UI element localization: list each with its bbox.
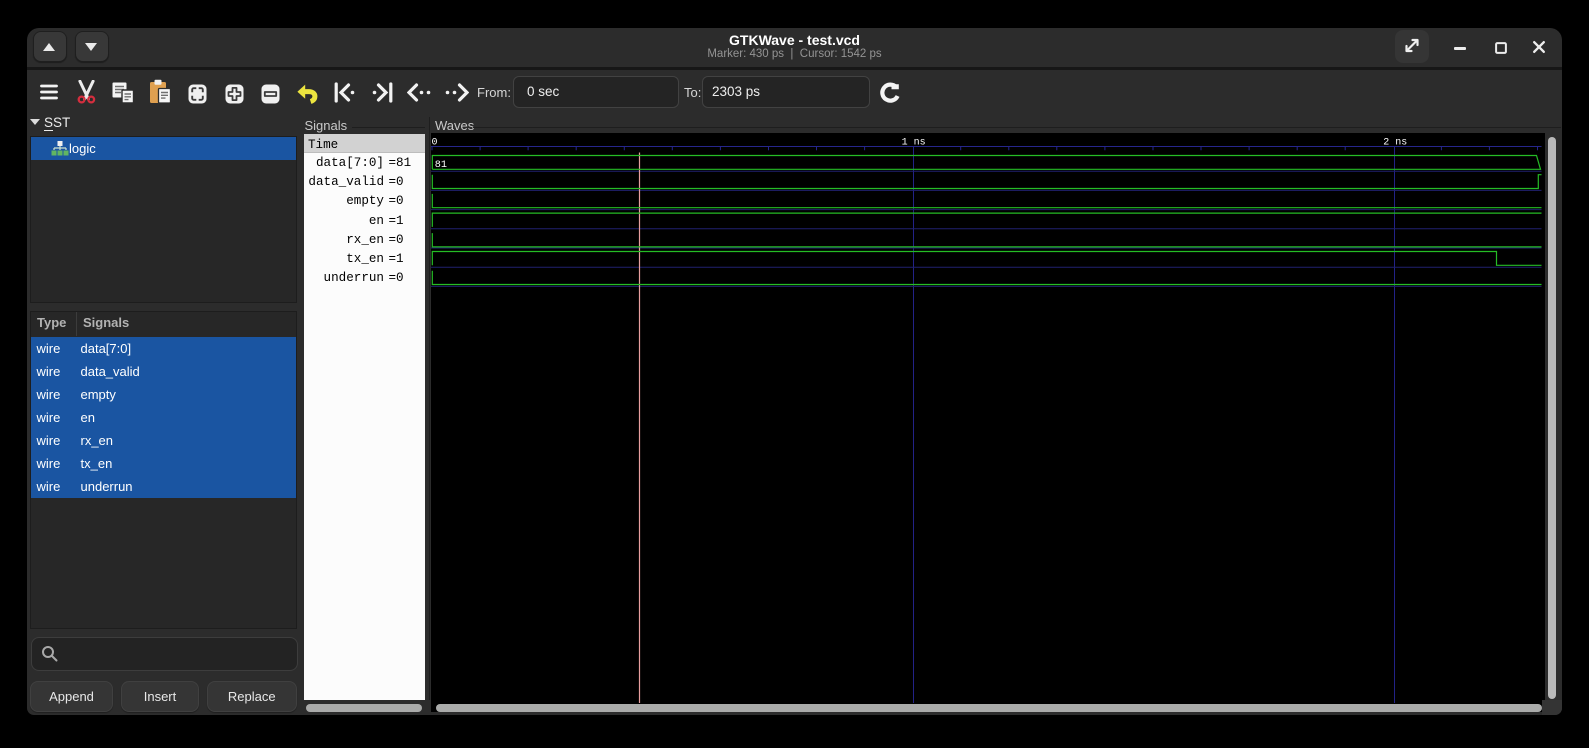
svg-text:81: 81 bbox=[435, 160, 447, 171]
